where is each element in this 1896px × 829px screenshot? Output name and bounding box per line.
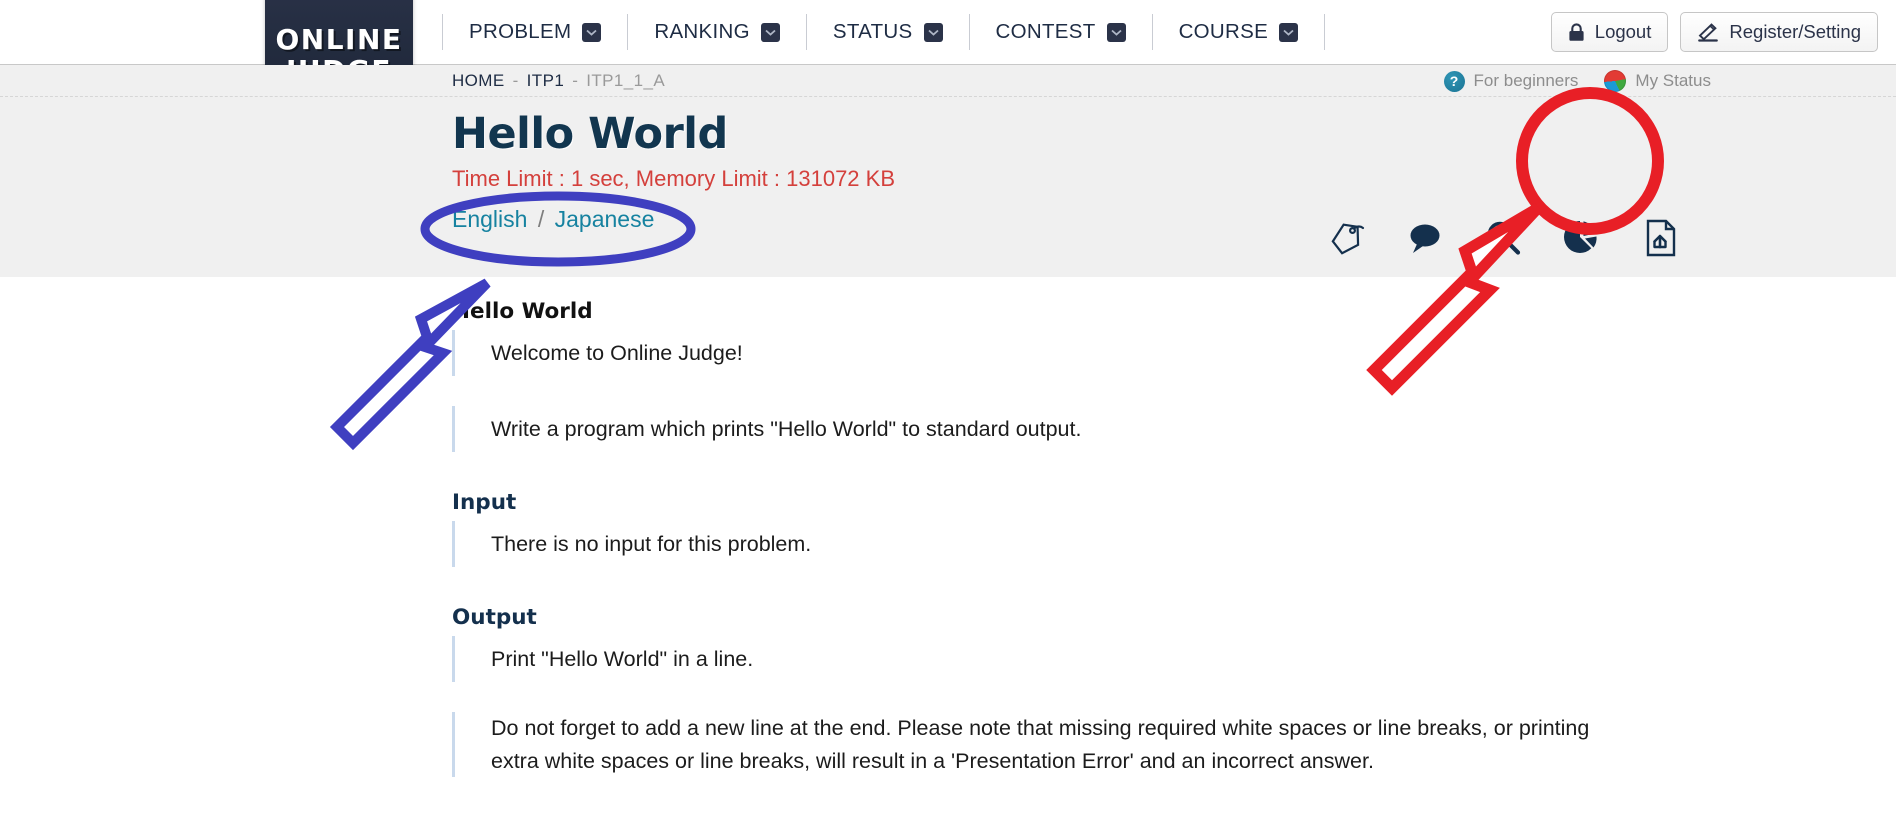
problem-header: Hello World Time Limit : 1 sec, Memory L… xyxy=(0,96,1896,277)
paragraph: Print "Hello World" in a line. xyxy=(452,636,1632,682)
language-link-japanese[interactable]: Japanese xyxy=(555,206,655,232)
nav-item-label: COURSE xyxy=(1178,20,1269,43)
nav-item-course[interactable]: COURSE xyxy=(1155,10,1323,54)
problem-statement: Hello World Welcome to Online Judge! Wri… xyxy=(0,277,1896,778)
for-beginners-label: For beginners xyxy=(1473,71,1579,90)
breadcrumb-separator: - xyxy=(512,71,519,90)
main-menu: PROBLEM RANKING STATUS CONTEST COURSE xyxy=(440,0,1327,64)
chevron-down-icon[interactable] xyxy=(923,22,943,42)
menu-divider xyxy=(805,14,807,50)
breadcrumb-links: ? For beginners My Status xyxy=(1443,70,1711,92)
nav-item-contest[interactable]: CONTEST xyxy=(972,10,1150,54)
logo-line-1: ONLINE xyxy=(275,23,403,57)
pie-chart-icon[interactable] xyxy=(1561,218,1601,263)
problem-limits: Time Limit : 1 sec, Memory Limit : 13107… xyxy=(452,166,895,191)
breadcrumb-bar: HOME - ITP1 - ITP1_1_A ? For beginners M… xyxy=(0,65,1896,96)
menu-divider xyxy=(1151,14,1153,50)
language-separator: / xyxy=(537,206,545,232)
nav-item-status[interactable]: STATUS xyxy=(809,10,967,54)
register-setting-button[interactable]: Register/Setting xyxy=(1680,12,1878,52)
problem-action-icons xyxy=(1327,217,1681,264)
nav-item-label: CONTEST xyxy=(995,20,1096,43)
language-switcher: English / Japanese xyxy=(452,206,895,233)
nav-item-label: STATUS xyxy=(832,20,913,43)
paragraph: There is no input for this problem. xyxy=(452,521,1632,567)
problem-header-text: Hello World Time Limit : 1 sec, Memory L… xyxy=(452,113,895,233)
my-status-link[interactable]: My Status xyxy=(1604,70,1711,92)
question-badge-icon: ? xyxy=(1443,70,1465,92)
nav-item-label: RANKING xyxy=(654,20,750,43)
breadcrumb-item-home[interactable]: HOME xyxy=(452,71,505,91)
chevron-down-icon[interactable] xyxy=(1279,22,1299,42)
register-setting-label: Register/Setting xyxy=(1729,21,1861,42)
breadcrumb-item-current: ITP1_1_A xyxy=(586,71,666,90)
paragraph: Write a program which prints "Hello Worl… xyxy=(452,406,1632,452)
breadcrumb: HOME - ITP1 - ITP1_1_A xyxy=(452,71,665,91)
page-title: Hello World xyxy=(452,109,728,159)
breadcrumb-item-itp1[interactable]: ITP1 xyxy=(527,71,565,91)
paragraph: Welcome to Online Judge! xyxy=(452,330,1632,376)
chevron-down-icon[interactable] xyxy=(582,22,602,42)
my-status-label: My Status xyxy=(1635,71,1711,90)
logout-button[interactable]: Logout xyxy=(1550,12,1669,52)
search-icon[interactable] xyxy=(1483,218,1523,263)
nav-item-label: PROBLEM xyxy=(469,20,572,43)
comment-icon[interactable] xyxy=(1405,218,1445,263)
menu-divider xyxy=(968,14,970,50)
nav-item-ranking[interactable]: RANKING xyxy=(630,10,804,54)
logout-label: Logout xyxy=(1594,21,1652,42)
section-heading-hello-world: Hello World xyxy=(452,299,593,324)
top-navigation-bar: ONLINE JUDGE PROBLEM RANKING STATUS C xyxy=(0,0,1896,119)
account-actions: Logout Register/Setting xyxy=(1550,12,1878,52)
section-heading-input: Input xyxy=(452,490,517,515)
lock-icon xyxy=(1568,22,1585,42)
menu-divider xyxy=(442,14,443,50)
section-heading-output: Output xyxy=(452,605,537,630)
chevron-down-icon[interactable] xyxy=(1106,22,1126,42)
tag-icon[interactable] xyxy=(1327,218,1367,263)
breadcrumb-separator: - xyxy=(572,71,579,90)
menu-divider xyxy=(627,14,629,50)
language-link-english[interactable]: English xyxy=(452,206,527,232)
pie-badge-icon xyxy=(1604,70,1627,92)
menu-divider xyxy=(1324,14,1326,50)
paragraph: Do not forget to add a new line at the e… xyxy=(452,712,1632,778)
for-beginners-link[interactable]: ? For beginners xyxy=(1443,70,1579,92)
chevron-down-icon[interactable] xyxy=(760,22,780,42)
file-upload-icon[interactable] xyxy=(1639,217,1681,264)
pencil-icon xyxy=(1697,22,1719,42)
nav-item-problem[interactable]: PROBLEM xyxy=(445,10,625,54)
